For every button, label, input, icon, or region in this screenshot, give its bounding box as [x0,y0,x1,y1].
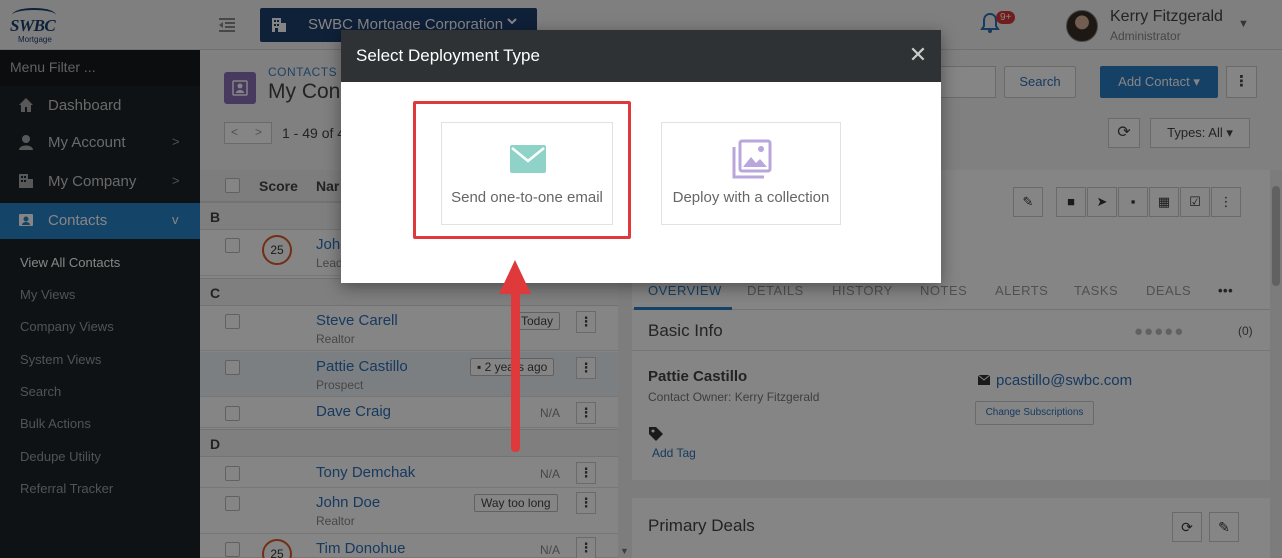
image-collection-icon [731,139,773,182]
modal-title: Select Deployment Type [356,46,540,65]
option-label: Deploy with a collection [672,189,830,206]
annotation-highlight-box [413,101,631,239]
close-icon[interactable]: ✕ [907,42,929,68]
annotation-arrow-shaft [511,280,520,452]
deploy-with-collection-option[interactable]: Deploy with a collection [661,122,841,225]
modal-header: Select Deployment Type ✕ [341,30,941,82]
